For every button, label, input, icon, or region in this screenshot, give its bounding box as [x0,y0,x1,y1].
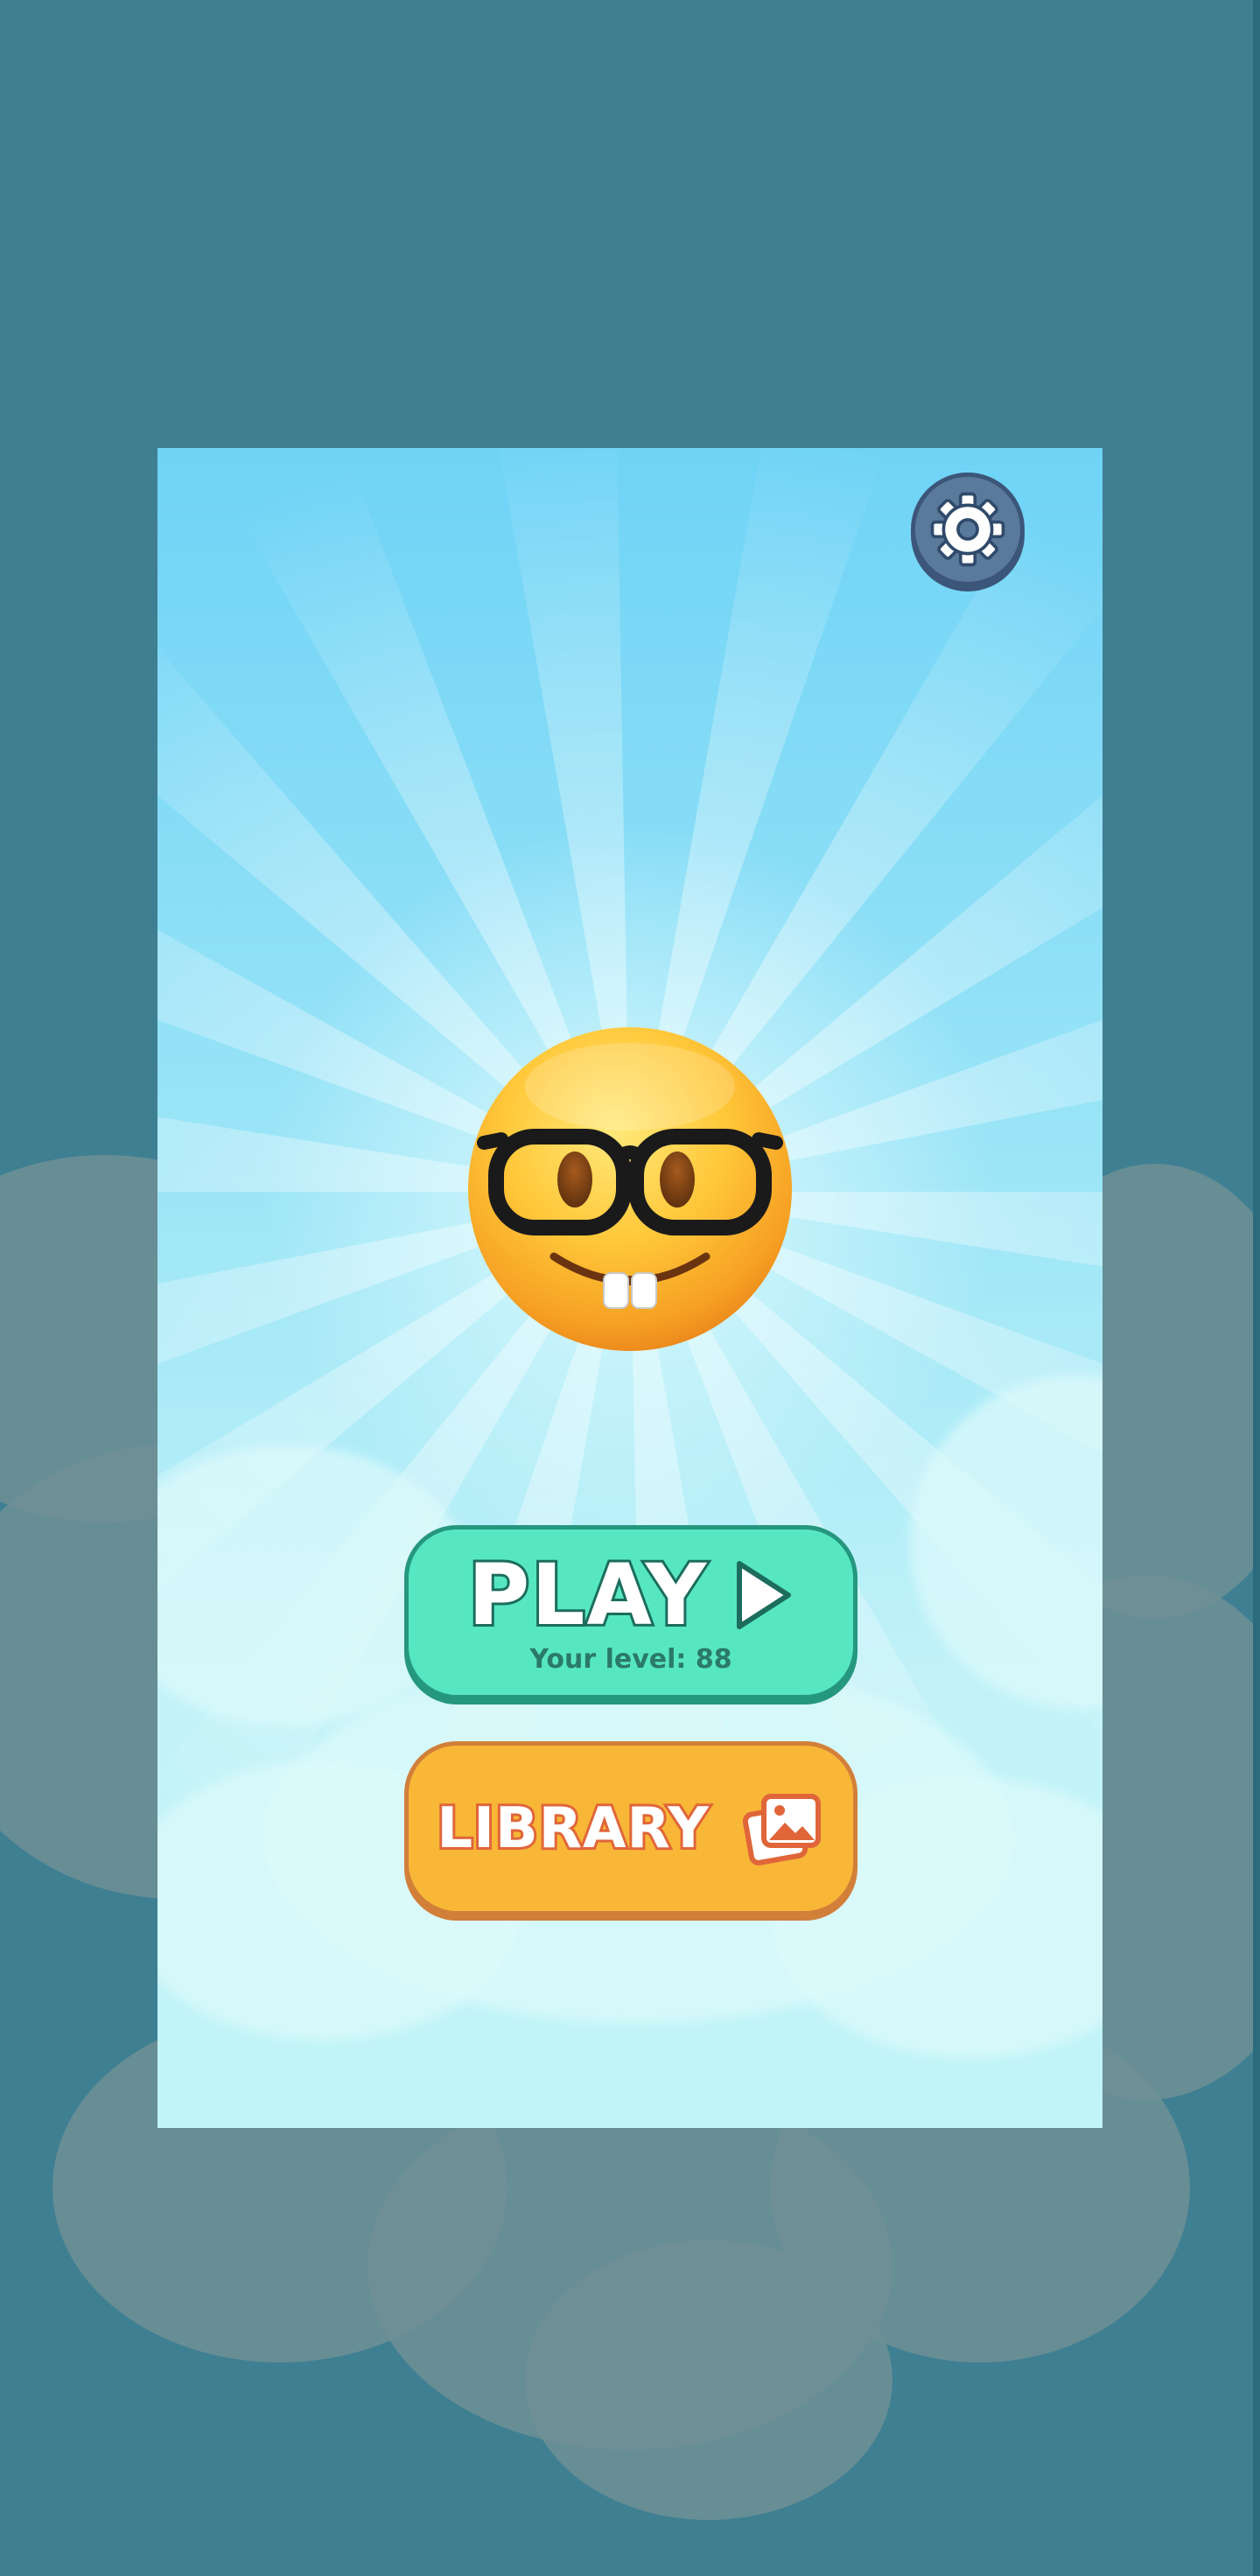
play-button-row: PLAY [409,1547,853,1643]
nerd-face-emoji [466,1026,794,1353]
play-triangle-icon [737,1561,792,1629]
backdrop-edge [1253,0,1260,2576]
library-button[interactable]: LIBRARY [404,1741,858,1915]
backdrop-cloud [525,2240,892,2520]
settings-button[interactable] [911,472,1025,586]
play-button[interactable]: PLAY Your level: 88 [404,1525,858,1699]
library-button-label: LIBRARY [434,1796,710,1861]
game-screen: PLAY Your level: 88 LIBRARY [158,448,1102,2128]
player-level-text: Your level: 88 [529,1644,732,1675]
gallery-images-icon [742,1793,821,1866]
gear-icon [930,492,1005,567]
play-button-label: PLAY [466,1546,709,1644]
